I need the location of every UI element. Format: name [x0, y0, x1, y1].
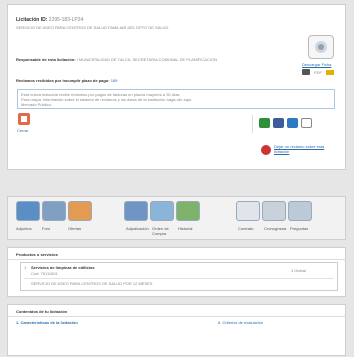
- responsable-label: Responsable de esta licitación:: [16, 57, 76, 62]
- producto-item-code: 1: [24, 265, 27, 270]
- toolbar-historial-button[interactable]: [176, 201, 200, 221]
- notice-text-3: Mercado Público.: [21, 102, 52, 107]
- share-icons: [259, 118, 312, 128]
- reclamos-notice: Esta nueva instancia recibe reclamos por…: [17, 89, 335, 109]
- toolbar-labels: Adjuntos Foro Ofertas Adjudicación Orden…: [16, 226, 314, 236]
- licitacion-subtitle: SERVICIO DE ASEO PARA CENTROS DE SALUD F…: [16, 25, 169, 30]
- responsable-value: I MUNICIPALIDAD DE TALCA, SECRETARIA COM…: [76, 57, 217, 62]
- toolbar-adjuntos-button[interactable]: [16, 201, 40, 221]
- toolbar-label-preguntas: Preguntas: [290, 226, 309, 231]
- toolbar-label-ofertas: Ofertas: [68, 226, 82, 231]
- producto-description: SERVICIO DE ASEO PARA CENTROS DE SALUD P…: [31, 281, 153, 286]
- whatsapp-icon[interactable]: [259, 118, 270, 128]
- descargar-ficha-link[interactable]: Descargar Ficha: [302, 62, 331, 67]
- divider: [252, 115, 253, 133]
- licitacion-id-line: Licitación ID: 2295-183-LP24: [16, 17, 83, 23]
- licitacion-header-panel: Licitación ID: 2295-183-LP24 SERVICIO DE…: [7, 4, 346, 170]
- toolbar-label-orden: Orden de Compra: [152, 226, 169, 236]
- responsable-line: Responsable de esta licitación: I MUNICI…: [16, 57, 286, 62]
- licitacion-id-value: 2295-183-LP24: [48, 17, 84, 23]
- producto-qty: 1 Global: [291, 268, 306, 273]
- productos-panel: Productos o servicios 1 Servicios de lim…: [7, 247, 346, 297]
- producto-item-divider: [24, 278, 334, 279]
- toolbar-panel: Adjuntos Foro Ofertas Adjudicación Orden…: [7, 196, 346, 240]
- email-icon[interactable]: [326, 69, 334, 75]
- toolbar-orden-button[interactable]: [150, 201, 174, 221]
- contenidos-item-1[interactable]: 1. Características de la licitación: [16, 320, 78, 325]
- reclamo-link[interactable]: Dejar un reclamo sobre esta licitación: [274, 144, 334, 154]
- productos-separator: [8, 259, 345, 260]
- contenidos-item-5[interactable]: 6. Criterios de evaluación: [218, 320, 263, 325]
- reclamos-label: Reclamos recibidos por incumplir plazo d…: [16, 78, 110, 83]
- toolbar-label-historial: Historial: [178, 226, 193, 231]
- toolbar-adjudicacion-button[interactable]: [124, 201, 148, 221]
- licitacion-id-label: Licitación ID:: [16, 17, 48, 23]
- contenidos-separator: [8, 316, 345, 317]
- toolbar-label-cronograma: Cronograma: [264, 226, 287, 231]
- toolbar-label-contrato: Contrato: [238, 226, 254, 231]
- pdf-label[interactable]: PDF: [314, 70, 322, 75]
- toolbar-cronograma-button[interactable]: [262, 201, 286, 221]
- producto-item-name: Servicios de limpieza de edificios: [31, 265, 95, 270]
- toolbar-contrato-button[interactable]: [236, 201, 260, 221]
- printer-icon[interactable]: [302, 69, 310, 75]
- producto-item-sub: Cod: 76111501: [31, 271, 58, 276]
- mail-icon[interactable]: [301, 118, 312, 128]
- cerrar-link[interactable]: Cerrar: [17, 128, 28, 133]
- contenidos-panel: Contenidos de tu licitación 1. Caracterí…: [7, 304, 346, 356]
- institution-logo-icon: [308, 35, 334, 59]
- reclamos-value[interactable]: 189: [111, 78, 118, 83]
- toolbar-ofertas-button[interactable]: [68, 201, 92, 221]
- twitter-icon[interactable]: [287, 118, 298, 128]
- cerrar-icon[interactable]: [18, 113, 30, 125]
- reclamo-icon[interactable]: [261, 145, 271, 155]
- toolbar-preguntas-button[interactable]: [288, 201, 312, 221]
- facebook-icon[interactable]: [273, 118, 284, 128]
- productos-title: Productos o servicios: [16, 252, 58, 257]
- toolbar-label-adjudicacion: Adjudicación: [126, 226, 149, 231]
- reclamos-line: Reclamos recibidos por incumplir plazo d…: [16, 78, 117, 83]
- toolbar-label-adjuntos: Adjuntos: [16, 226, 32, 231]
- download-icons: PDF: [302, 69, 334, 75]
- producto-item: 1 Servicios de limpieza de edificios Cod…: [20, 262, 338, 291]
- toolbar-foro-button[interactable]: [42, 201, 66, 221]
- toolbar-label-foro: Foro: [42, 226, 51, 231]
- contenidos-title: Contenidos de tu licitación: [16, 309, 68, 314]
